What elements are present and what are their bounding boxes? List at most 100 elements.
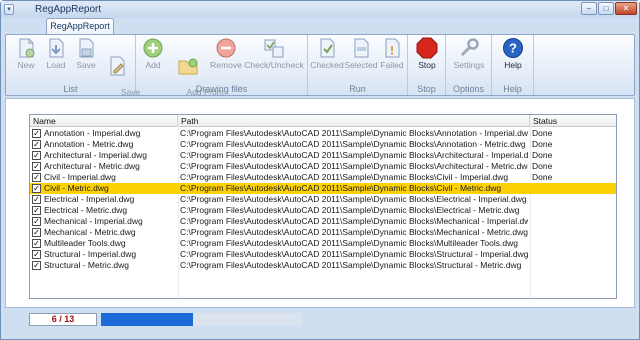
progress-bar — [101, 313, 301, 326]
row-checkbox[interactable]: ✓ — [32, 195, 41, 204]
save-icon — [79, 38, 94, 58]
settings-button[interactable]: Settings — [450, 37, 488, 70]
svg-text:?: ? — [509, 41, 517, 56]
row-status: Done — [532, 128, 553, 138]
table-row[interactable]: ✓ Mechanical - Metric.dwg C:\Program Files… — [30, 227, 616, 238]
row-path: C:\Program Files\Autodesk\AutoCAD 2011\S… — [180, 205, 520, 215]
ribbon-group-help: ? Help Help — [492, 35, 534, 95]
row-name: Annotation - Metric.dwg — [44, 139, 134, 149]
app-window: ▾ RegAppReport – □ ✕ RegAppReport New Lo… — [0, 0, 640, 340]
row-name: Mechanical - Imperial.dwg — [44, 216, 143, 226]
row-name: Civil - Metric.dwg — [44, 183, 109, 193]
row-status: Done — [532, 161, 553, 171]
row-checkbox[interactable]: ✓ — [32, 217, 41, 226]
table-row[interactable]: ✓ Annotation - Imperial.dwg C:\Program Fil… — [30, 128, 616, 139]
row-checkbox[interactable]: ✓ — [32, 228, 41, 237]
row-path: C:\Program Files\Autodesk\AutoCAD 2011\S… — [180, 139, 526, 149]
row-name: Annotation - Imperial.dwg — [44, 128, 141, 138]
remove-button[interactable]: Remove — [210, 37, 242, 70]
row-status — [532, 238, 616, 249]
ribbon-group-drawing-files: Add Add From Folder Remove — [136, 35, 308, 106]
row-name: Architectural - Metric.dwg — [44, 161, 140, 171]
quick-access-toolbar: ▾ — [4, 3, 26, 16]
settings-icon — [460, 38, 479, 57]
table-row[interactable]: ✓ Annotation - Metric.dwg C:\Program Files… — [30, 139, 616, 150]
row-name: Mechanical - Metric.dwg — [44, 227, 136, 237]
group-label-stop: Stop — [417, 84, 436, 94]
table-row[interactable]: ✓ Civil - Imperial.dwg C:\Program Files\Au… — [30, 172, 616, 183]
maximize-icon[interactable]: □ — [598, 2, 614, 15]
status-bar: 6 / 13 — [5, 310, 635, 338]
group-label-list: List — [63, 84, 78, 94]
minimize-icon[interactable]: – — [581, 2, 597, 15]
row-checkbox[interactable]: ✓ — [32, 250, 41, 259]
ribbon-group-stop: Stop Stop — [408, 35, 446, 95]
run-failed-icon — [385, 38, 400, 58]
row-checkbox[interactable]: ✓ — [32, 239, 41, 248]
title-bar: ▾ RegAppReport – □ ✕ — [1, 1, 639, 18]
save-button[interactable]: Save — [72, 37, 100, 70]
row-name: Electrical - Imperial.dwg — [44, 194, 135, 204]
row-status: Done — [532, 150, 553, 160]
remove-icon — [216, 38, 236, 58]
row-checkbox[interactable]: ✓ — [32, 151, 41, 160]
row-status — [532, 205, 616, 216]
table-row[interactable]: ✓ Electrical - Metric.dwg C:\Program Files… — [30, 205, 616, 216]
row-checkbox[interactable]: ✓ — [32, 206, 41, 215]
row-status — [532, 183, 616, 194]
caption-buttons: – □ ✕ — [581, 2, 637, 15]
drawing-list[interactable]: Name Path Status ✓ Annotation - Imperial.… — [29, 114, 617, 299]
stop-button[interactable]: Stop — [412, 37, 442, 70]
row-path: C:\Program Files\Autodesk\AutoCAD 2011\S… — [180, 161, 528, 171]
table-row[interactable]: ✓ Multileader Tools.dwg C:\Program Files\A… — [30, 238, 616, 249]
column-header-status[interactable]: Status — [530, 115, 616, 127]
row-path: C:\Program Files\Autodesk\AutoCAD 2011\S… — [180, 172, 509, 182]
new-file-icon — [19, 38, 35, 58]
run-checked-button[interactable]: Checked — [310, 37, 344, 70]
row-checkbox[interactable]: ✓ — [32, 173, 41, 182]
row-status — [532, 227, 616, 238]
app-menu-icon[interactable]: ▾ — [4, 4, 14, 15]
column-header-name[interactable]: Name — [30, 115, 178, 127]
add-button[interactable]: Add — [140, 37, 166, 70]
row-checkbox[interactable]: ✓ — [32, 184, 41, 193]
table-row[interactable]: ✓ Structural - Metric.dwg C:\Program Files… — [30, 260, 616, 271]
folder-add-icon — [178, 58, 198, 75]
content-area: Name Path Status ✓ Annotation - Imperial.… — [5, 98, 635, 308]
row-checkbox[interactable]: ✓ — [32, 261, 41, 270]
row-checkbox[interactable]: ✓ — [32, 129, 41, 138]
stop-icon — [416, 37, 438, 59]
table-row[interactable]: ✓ Architectural - Metric.dwg C:\Program Fi… — [30, 161, 616, 172]
run-failed-button[interactable]: Failed — [378, 37, 406, 70]
row-path: C:\Program Files\Autodesk\AutoCAD 2011\S… — [180, 227, 528, 237]
tab-regappreport[interactable]: RegAppReport — [46, 18, 114, 35]
row-path: C:\Program Files\Autodesk\AutoCAD 2011\S… — [180, 194, 527, 204]
row-checkbox[interactable]: ✓ — [32, 140, 41, 149]
group-label-run: Run — [349, 84, 366, 94]
row-name: Structural - Imperial.dwg — [44, 249, 137, 259]
table-row[interactable]: ✓ Civil - Metric.dwg C:\Program Files\Auto… — [30, 183, 616, 194]
run-selected-button[interactable]: Selected — [344, 37, 378, 70]
list-header: Name Path Status — [30, 115, 616, 127]
check-uncheck-button[interactable]: Check/Uncheck — [244, 37, 304, 70]
window-title: RegAppReport — [35, 4, 102, 15]
row-name: Electrical - Metric.dwg — [44, 205, 128, 215]
group-label-drawing-files: Drawing files — [195, 84, 248, 94]
table-row[interactable]: ✓ Mechanical - Imperial.dwg C:\Program Fil… — [30, 216, 616, 227]
column-header-path[interactable]: Path — [178, 115, 530, 127]
ribbon-group-run: Checked Selected Failed Run — [308, 35, 408, 95]
row-name: Multileader Tools.dwg — [44, 238, 126, 248]
row-path: C:\Program Files\Autodesk\AutoCAD 2011\S… — [180, 260, 522, 270]
check-uncheck-icon — [264, 39, 284, 58]
new-button[interactable]: New — [12, 37, 40, 70]
table-row[interactable]: ✓ Electrical - Imperial.dwg C:\Program Fil… — [30, 194, 616, 205]
table-row[interactable]: ✓ Structural - Imperial.dwg C:\Program Fil… — [30, 249, 616, 260]
row-path: C:\Program Files\Autodesk\AutoCAD 2011\S… — [180, 249, 528, 259]
help-button[interactable]: ? Help — [498, 37, 528, 70]
table-row[interactable]: ✓ Architectural - Imperial.dwg C:\Program … — [30, 150, 616, 161]
close-icon[interactable]: ✕ — [615, 2, 637, 15]
load-button[interactable]: Load — [42, 37, 70, 70]
run-selected-icon — [354, 38, 369, 58]
row-checkbox[interactable]: ✓ — [32, 162, 41, 171]
run-checked-icon — [320, 38, 335, 58]
